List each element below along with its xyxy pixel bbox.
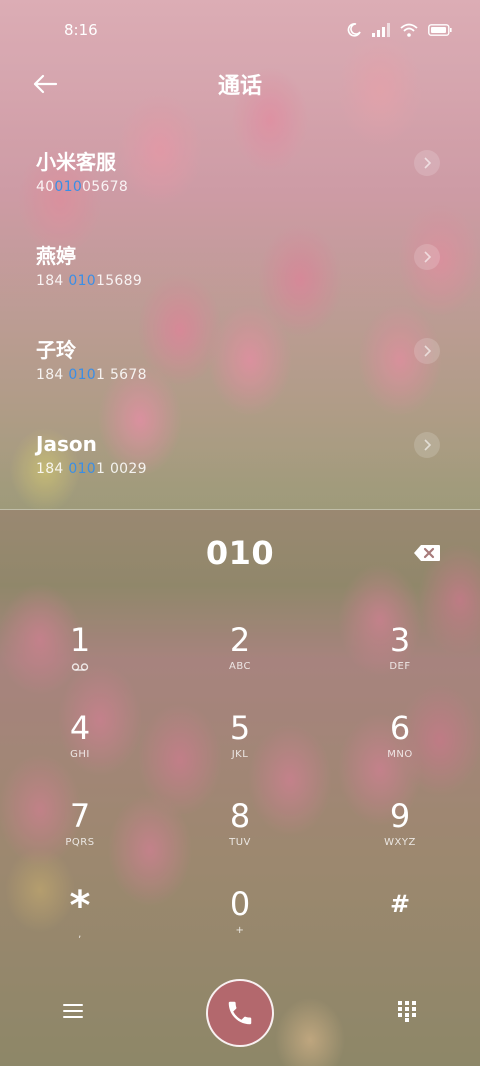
status-time: 8:16 [64,21,98,39]
keypad-toggle-button[interactable] [390,994,424,1028]
contact-number: 184 0101 5678 [36,367,147,383]
key-letters: WXYZ [384,837,416,848]
key-letters: ABC [228,661,251,672]
contact-name: 燕婷 [36,244,76,268]
contact-name: 小米客服 [36,150,116,174]
details-button[interactable] [414,432,440,458]
key-9[interactable]: 9 WXYZ [320,796,480,884]
voicemail-icon [71,663,89,671]
key-digit: 0 [229,885,251,923]
backspace-icon [414,545,440,561]
bottom-action-bar [0,978,480,1047]
key-digit: 8 [229,797,251,835]
key-7[interactable]: 7 PQRS [0,796,160,884]
key-digit: 9 [389,797,411,835]
contact-number: 184 01015689 [36,273,143,289]
key-1[interactable]: 1 [0,620,160,708]
wifi-icon [400,23,418,37]
key-letters: + [235,925,245,936]
key-digit: 1 [69,621,91,659]
contact-name: 子玲 [36,338,76,362]
key-8[interactable]: 8 TUV [160,796,320,884]
signal-icon [372,23,390,37]
key-digit: 4 [69,709,91,747]
contact-name: Jason [36,432,97,456]
key-4[interactable]: 4 GHI [0,708,160,796]
menu-button[interactable] [56,994,90,1028]
chevron-right-icon [424,251,432,263]
key-digit: * [69,883,91,929]
chevron-right-icon [424,157,432,169]
moon-icon [347,23,361,37]
key-letters: , [78,929,82,940]
page-title: 通话 [217,74,262,99]
details-button[interactable] [414,150,440,176]
key-star[interactable]: * , [0,884,160,972]
key-digit: 2 [229,621,251,659]
key-0[interactable]: 0 + [160,884,320,972]
contact-number: 184 0101 0029 [36,461,147,477]
backspace-button[interactable] [412,541,442,565]
call-button[interactable] [206,979,274,1047]
dial-keypad: 1 2 ABC 3 DEF 4 GHI 5 JKL 6 MNO 7 PQRS 8… [0,620,480,972]
header: 通话 [0,62,480,106]
menu-icon [63,1004,83,1018]
key-hash[interactable]: # [320,884,480,972]
number-match-highlight: 010 [68,461,96,477]
battery-icon [428,24,452,36]
details-button[interactable] [414,338,440,364]
key-digit: 5 [229,709,251,747]
key-digit: 6 [389,709,411,747]
key-letters: DEF [389,661,411,672]
key-digit: # [389,890,411,918]
contact-result[interactable]: Jason 184 0101 0029 [0,420,480,514]
contact-result[interactable]: 燕婷 184 01015689 [0,232,480,326]
status-bar: 8:16 [0,0,480,60]
key-letters: PQRS [65,837,95,848]
dialpad-icon [398,1001,416,1022]
number-match-highlight: 010 [68,367,96,383]
key-digit: 3 [389,621,411,659]
results-list: 小米客服 4001005678 燕婷 184 01015689 子玲 184 0… [0,138,480,514]
phone-icon [228,1001,252,1025]
chevron-right-icon [424,439,432,451]
key-letters: TUV [229,837,251,848]
key-letters: JKL [231,749,249,760]
contact-number: 4001005678 [36,179,129,195]
key-2[interactable]: 2 ABC [160,620,320,708]
contact-result[interactable]: 小米客服 4001005678 [0,138,480,232]
dialed-number-display: 010 [205,534,275,572]
status-icons [346,22,452,38]
details-button[interactable] [414,244,440,270]
key-5[interactable]: 5 JKL [160,708,320,796]
number-match-highlight: 010 [54,179,83,195]
key-6[interactable]: 6 MNO [320,708,480,796]
contact-result[interactable]: 子玲 184 0101 5678 [0,326,480,420]
key-letters: GHI [70,749,90,760]
key-letters: MNO [387,749,413,760]
chevron-right-icon [424,345,432,357]
key-digit: 7 [69,797,91,835]
key-3[interactable]: 3 DEF [320,620,480,708]
number-match-highlight: 010 [68,273,96,289]
